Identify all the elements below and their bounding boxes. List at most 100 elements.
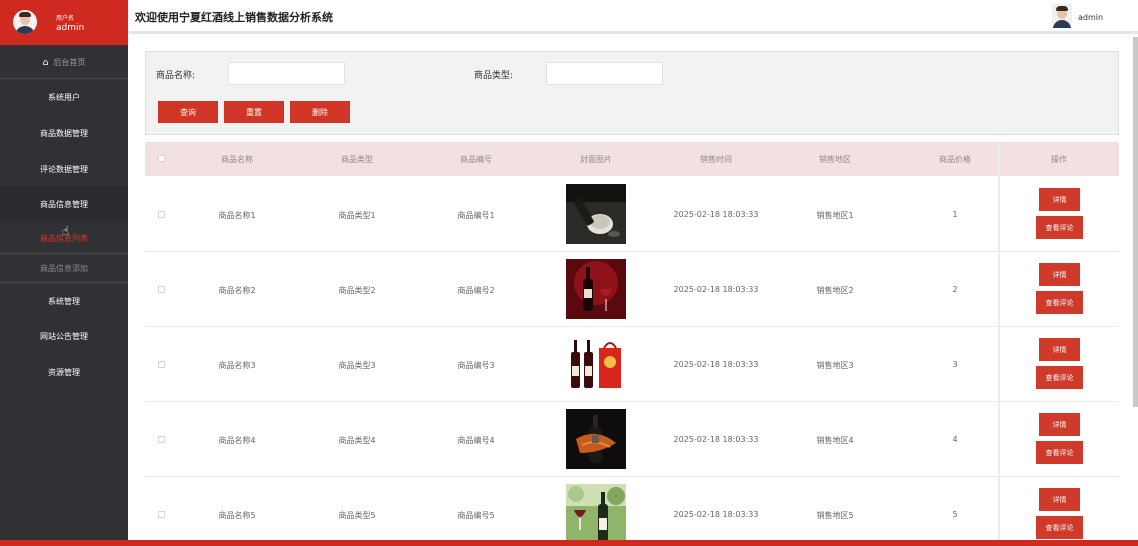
- sidebar-item-label: 评论数据管理: [40, 165, 88, 174]
- detail-button[interactable]: 详情: [1039, 413, 1080, 436]
- row-checkbox[interactable]: [158, 211, 165, 218]
- view-reviews-button[interactable]: 查看评论: [1036, 441, 1083, 464]
- wine-ribbon-image[interactable]: [566, 409, 626, 469]
- sidebar-item-label: 后台首页: [53, 58, 86, 67]
- cell-code: 商品编号3: [457, 361, 495, 370]
- column-header-type[interactable]: 商品类型: [341, 154, 373, 165]
- header-username[interactable]: admin: [1078, 13, 1103, 22]
- detail-button[interactable]: 详情: [1039, 338, 1080, 361]
- cell-price: 5: [952, 510, 958, 519]
- row-checkbox[interactable]: [158, 361, 165, 368]
- table-header: 商品名称 商品类型 商品编号 封面图片 销售时间 销售地区 商品价格 操作: [145, 142, 1119, 176]
- cell-code: 商品编号4: [457, 436, 495, 445]
- sidebar-item-label: 网站公告管理: [40, 332, 88, 341]
- user-role-label: 用户名: [56, 15, 75, 22]
- search-panel: 商品名称: 商品类型: 查询 重置 删除: [145, 51, 1119, 135]
- actions-column-divider: [998, 142, 1000, 546]
- sidebar-item-label: 系统用户: [48, 93, 80, 102]
- detail-button[interactable]: 详情: [1039, 263, 1080, 286]
- cell-name: 商品名称1: [218, 211, 256, 220]
- sidebar-item-review-data[interactable]: 评论数据管理: [0, 152, 128, 187]
- column-header-actions: 操作: [1051, 155, 1067, 164]
- cell-name: 商品名称2: [218, 286, 256, 295]
- cell-region: 销售地区3: [816, 361, 854, 370]
- cell-time: 2025-02-18 18:03:33: [673, 285, 759, 294]
- sidebar: 用户名 admin ⌂ 后台首页 系统用户 商品数据管理 评论数据管理 商品信息…: [0, 0, 128, 546]
- product-name-input[interactable]: [228, 62, 345, 85]
- hand-cursor-icon: ☝: [62, 224, 70, 238]
- cell-time: 2025-02-18 18:03:33: [673, 360, 759, 369]
- sidebar-item-announcements[interactable]: 网站公告管理: [0, 319, 128, 354]
- cell-name: 商品名称4: [218, 436, 256, 445]
- header: 欢迎使用宁夏红酒线上销售数据分析系统 admin: [128, 0, 1138, 34]
- cell-code: 商品编号2: [457, 286, 495, 295]
- cell-code: 商品编号1: [457, 211, 495, 220]
- wine-bottle-red-image[interactable]: [566, 259, 626, 319]
- cell-price: 3: [952, 360, 958, 369]
- table-row: 商品名称3 商品类型3 商品编号3 2025-02-18 18:03:33 销售…: [145, 327, 1119, 402]
- column-header-code[interactable]: 商品编号: [460, 154, 492, 165]
- sidebar-subitem-product-add[interactable]: 商品信息添加: [0, 253, 128, 283]
- view-reviews-button[interactable]: 查看评论: [1036, 216, 1083, 239]
- cell-type: 商品类型2: [338, 286, 376, 295]
- product-type-input[interactable]: [546, 62, 663, 85]
- detail-button[interactable]: 详情: [1039, 488, 1080, 511]
- page-title: 欢迎使用宁夏红酒线上销售数据分析系统: [135, 11, 333, 24]
- row-checkbox[interactable]: [158, 436, 165, 443]
- cell-price: 4: [952, 435, 958, 444]
- reset-button[interactable]: 重置: [224, 101, 284, 123]
- cell-type: 商品类型1: [338, 211, 376, 220]
- product-name-label: 商品名称:: [156, 71, 196, 81]
- cell-price: 2: [952, 285, 958, 294]
- wine-outdoor-image[interactable]: [566, 484, 626, 544]
- cell-type: 商品类型4: [338, 436, 376, 445]
- cell-name: 商品名称3: [218, 361, 256, 370]
- sidebar-username: admin: [56, 23, 85, 33]
- sidebar-item-product-data[interactable]: 商品数据管理: [0, 116, 128, 151]
- query-button[interactable]: 查询: [158, 101, 218, 123]
- wine-giftbox-image[interactable]: [566, 334, 626, 394]
- cell-region: 销售地区4: [816, 436, 854, 445]
- cell-name: 商品名称5: [218, 511, 256, 520]
- column-header-price[interactable]: 商品价格: [939, 154, 971, 165]
- product-type-label: 商品类型:: [474, 71, 514, 81]
- column-header-time[interactable]: 销售时间: [700, 154, 732, 165]
- sidebar-item-label: 商品数据管理: [40, 129, 88, 138]
- sidebar-item-resources[interactable]: 资源管理: [0, 355, 128, 390]
- row-checkbox[interactable]: [158, 286, 165, 293]
- column-header-name[interactable]: 商品名称: [221, 154, 253, 165]
- scrollbar[interactable]: [1133, 37, 1138, 407]
- bottom-accent-bar: [0, 540, 1138, 546]
- table-row: 商品名称1 商品类型1 商品编号1 2025-02-18 18:03:33 销售…: [145, 177, 1119, 252]
- cell-type: 商品类型3: [338, 361, 376, 370]
- home-icon: ⌂: [42, 57, 49, 68]
- sidebar-item-product-info[interactable]: 商品信息管理: [0, 187, 128, 222]
- sidebar-item-label: 商品信息添加: [40, 263, 88, 273]
- cell-price: 1: [952, 210, 958, 219]
- detail-button[interactable]: 详情: [1039, 188, 1080, 211]
- cell-region: 销售地区2: [816, 286, 854, 295]
- table-row: 商品名称5 商品类型5 商品编号5 2025-02-18 18:03:33 销售…: [145, 477, 1119, 546]
- table-row: 商品名称4 商品类型4 商品编号4 2025-02-18 18:03:33 销售…: [145, 402, 1119, 477]
- column-header-region[interactable]: 销售地区: [819, 154, 851, 165]
- sidebar-item-label: 系统管理: [48, 297, 80, 306]
- column-header-image: 封面图片: [580, 155, 612, 164]
- row-checkbox[interactable]: [158, 511, 165, 518]
- delete-button[interactable]: 删除: [290, 101, 350, 123]
- header-avatar[interactable]: [1052, 4, 1072, 28]
- sidebar-item-system-users[interactable]: 系统用户: [0, 80, 128, 115]
- sidebar-item-home[interactable]: ⌂ 后台首页: [0, 47, 128, 79]
- view-reviews-button[interactable]: 查看评论: [1036, 291, 1083, 314]
- cell-type: 商品类型5: [338, 511, 376, 520]
- sidebar-item-label: 商品信息管理: [40, 200, 88, 209]
- sidebar-item-system-manage[interactable]: 系统管理: [0, 284, 128, 319]
- view-reviews-button[interactable]: 查看评论: [1036, 516, 1083, 539]
- cell-time: 2025-02-18 18:03:33: [673, 210, 759, 219]
- wine-glass-dark-image[interactable]: [566, 184, 626, 244]
- sidebar-header: 用户名 admin: [0, 0, 128, 45]
- cell-code: 商品编号5: [457, 511, 495, 520]
- cell-time: 2025-02-18 18:03:33: [673, 435, 759, 444]
- select-all-checkbox[interactable]: [158, 155, 165, 162]
- table-row: 商品名称2 商品类型2 商品编号2 2025-02-18 18:03:33 销售…: [145, 252, 1119, 327]
- view-reviews-button[interactable]: 查看评论: [1036, 366, 1083, 389]
